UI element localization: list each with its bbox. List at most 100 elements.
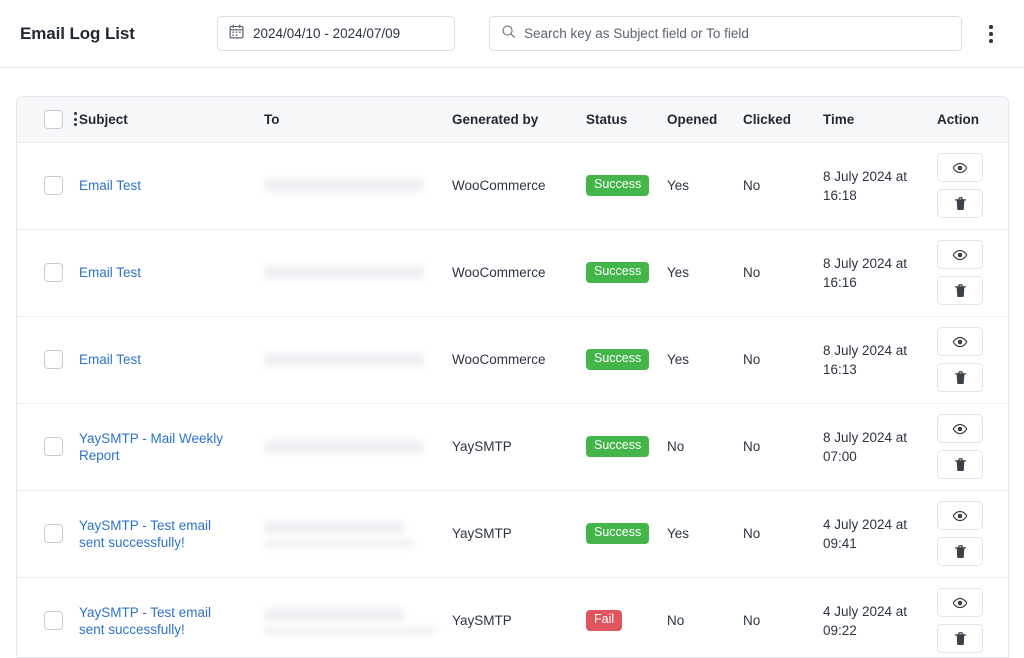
kebab-vertical-icon[interactable] [981,22,1001,46]
status-cell: Fail [576,577,661,658]
column-options-kebab-icon[interactable] [72,112,79,126]
column-header-status[interactable]: Status [576,97,661,142]
time-cell: 8 July 2024 at16:13 [815,316,931,403]
to-cell [259,577,445,658]
generated-by-cell: WooCommerce [445,316,576,403]
calendar-icon [229,24,244,44]
trash-icon [953,196,968,212]
search-box[interactable] [489,16,962,51]
clicked-cell: No [739,229,815,316]
subject-link[interactable]: YaySMTP - Test email sent successfully! [79,517,239,551]
view-row-button[interactable] [937,327,983,356]
subject-cell: YaySMTP - Mail Weekly Report [79,403,259,490]
generated-by-cell: WooCommerce [445,229,576,316]
action-cell [931,142,1009,229]
search-input[interactable] [524,17,950,50]
eye-icon [952,160,968,176]
view-row-button[interactable] [937,153,983,182]
generated-by-cell: YaySMTP [445,490,576,577]
table-row: Email Test WooCommerce Success YesNo8 July … [17,229,1009,316]
view-row-button[interactable] [937,588,983,617]
table-header: Subject To Generated by Status Opened Cl… [17,97,1009,142]
subject-link[interactable]: YaySMTP - Test email sent successfully! [79,604,239,638]
opened-cell: Yes [661,229,739,316]
generated-by-cell: YaySMTP [445,577,576,658]
row-checkbox[interactable] [44,350,63,369]
to-cell [259,229,445,316]
email-log-table: Subject To Generated by Status Opened Cl… [17,97,1009,658]
view-row-button[interactable] [937,240,983,269]
eye-icon [952,421,968,437]
subject-cell: Email Test [79,142,259,229]
delete-row-button[interactable] [937,450,983,479]
delete-row-button[interactable] [937,537,983,566]
column-header-time[interactable]: Time [815,97,931,142]
status-badge: Success [586,262,649,283]
view-row-button[interactable] [937,501,983,530]
row-checkbox[interactable] [44,437,63,456]
time-cell: 8 July 2024 at07:00 [815,403,931,490]
time-cell: 8 July 2024 at16:16 [815,229,931,316]
date-range-picker[interactable]: 2024/04/10 - 2024/07/09 [217,16,455,51]
row-select-cell [17,577,79,658]
redacted-recipient [264,627,436,634]
time-date: 4 July 2024 at [823,602,931,621]
view-row-button[interactable] [937,414,983,443]
delete-row-button[interactable] [937,363,983,392]
row-checkbox[interactable] [44,524,63,543]
trash-icon [953,457,968,473]
clicked-cell: No [739,490,815,577]
row-select-cell [17,490,79,577]
time-clock: 09:41 [823,534,931,553]
redacted-recipient [264,540,414,547]
table-header-row: Subject To Generated by Status Opened Cl… [17,97,1009,142]
action-cell [931,229,1009,316]
subject-link[interactable]: Email Test [79,264,141,281]
column-header-opened[interactable]: Opened [661,97,739,142]
subject-cell: Email Test [79,316,259,403]
redacted-recipient [264,521,404,534]
redacted-recipient [264,266,424,279]
status-cell: Success [576,403,661,490]
clicked-cell: No [739,577,815,658]
to-cell [259,403,445,490]
redacted-recipient [264,353,424,366]
time-date: 4 July 2024 at [823,515,931,534]
action-cell [931,577,1009,658]
trash-icon [953,544,968,560]
date-range-value: 2024/04/10 - 2024/07/09 [253,26,400,41]
trash-icon [953,283,968,299]
table-row: Email TestWooCommerceSuccessYesNo8 July … [17,316,1009,403]
row-checkbox[interactable] [44,176,63,195]
email-log-table-card: Subject To Generated by Status Opened Cl… [16,96,1009,658]
column-header-clicked[interactable]: Clicked [739,97,815,142]
select-all-checkbox[interactable] [44,110,63,129]
column-header-subject[interactable]: Subject [79,97,259,142]
table-row: Email TestWooCommerceSuccessYesNo8 July … [17,142,1009,229]
delete-row-button[interactable] [937,276,983,305]
page-header: Email Log List 2024/04/10 - 2024/07/09 [0,0,1024,68]
row-select-cell [17,229,79,316]
status-badge: Success [586,349,649,370]
clicked-cell: No [739,403,815,490]
table-row: YaySMTP - Test email sent successfully! Y… [17,490,1009,577]
page-title: Email Log List [20,24,135,44]
trash-icon [953,370,968,386]
eye-icon [952,334,968,350]
delete-row-button[interactable] [937,189,983,218]
opened-cell: Yes [661,142,739,229]
table-body: Email TestWooCommerceSuccessYesNo8 July … [17,142,1009,658]
row-checkbox[interactable] [44,263,63,282]
row-checkbox[interactable] [44,611,63,630]
subject-link[interactable]: YaySMTP - Mail Weekly Report [79,430,239,464]
eye-icon [952,595,968,611]
column-header-to[interactable]: To [259,97,445,142]
generated-by-cell: YaySMTP [445,403,576,490]
column-header-generated-by[interactable]: Generated by [445,97,576,142]
delete-row-button[interactable] [937,624,983,653]
clicked-cell: No [739,316,815,403]
to-cell [259,490,445,577]
status-cell: Success [576,229,661,316]
subject-link[interactable]: Email Test [79,177,141,194]
subject-link[interactable]: Email Test [79,351,141,368]
